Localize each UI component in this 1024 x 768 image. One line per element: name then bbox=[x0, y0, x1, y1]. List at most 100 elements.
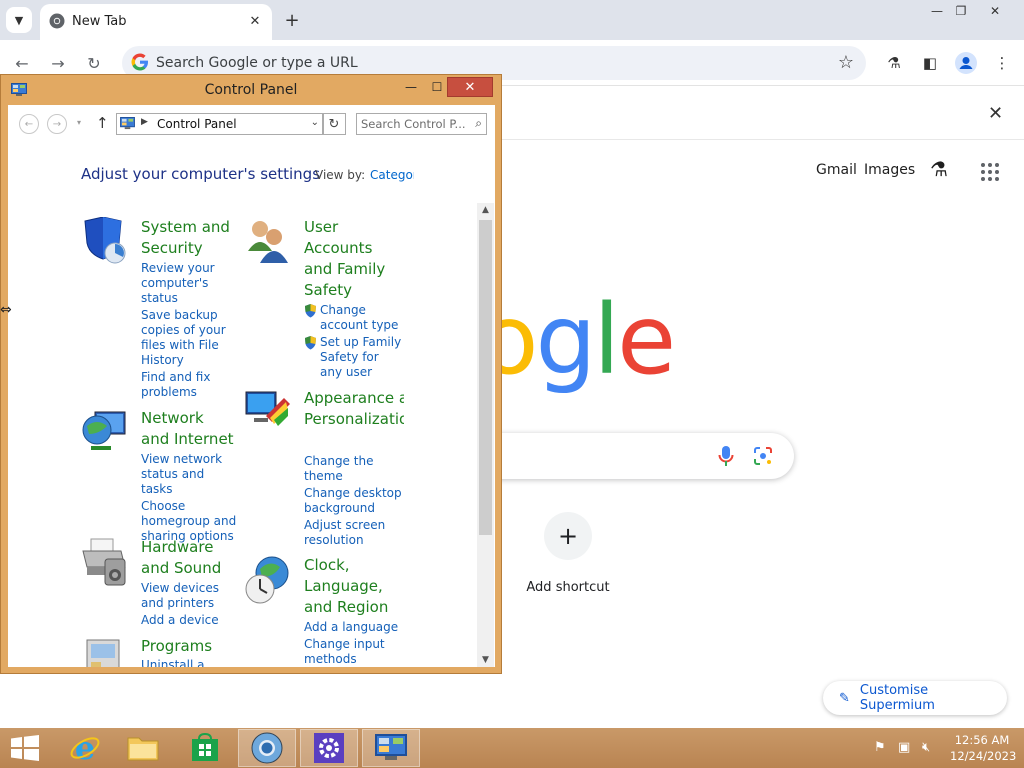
view-by-label: View by: bbox=[315, 168, 366, 182]
task-link[interactable]: Review your computer's status bbox=[141, 261, 239, 306]
menu-kebab-icon[interactable]: ⋮ bbox=[989, 50, 1015, 76]
back-icon[interactable]: ← bbox=[9, 50, 35, 76]
tab-strip: ▼ New Tab ✕ + — ❐ ✕ bbox=[0, 0, 1024, 40]
category-title[interactable]: User Accounts and Family Safety bbox=[304, 217, 399, 301]
task-link[interactable]: Find and fix problems bbox=[141, 370, 239, 400]
cp-title-bar[interactable]: Control Panel — ☐ ✕ bbox=[1, 75, 501, 105]
scroll-up-icon[interactable]: ▲ bbox=[477, 205, 494, 215]
category-title[interactable]: Hardware and Sound bbox=[141, 537, 236, 579]
appearance-icon bbox=[245, 391, 290, 426]
volume-muted-icon[interactable]: 🔇︎ bbox=[922, 740, 930, 755]
task-link[interactable]: View network status and tasks bbox=[141, 452, 239, 497]
reload-icon[interactable]: ↻ bbox=[81, 50, 107, 76]
tab-title: New Tab bbox=[72, 14, 127, 29]
search-icon[interactable]: ⌕ bbox=[475, 116, 482, 131]
taskbar-control-panel[interactable] bbox=[362, 729, 420, 767]
store-icon bbox=[192, 733, 218, 761]
breadcrumb-chevron-icon: ▶ bbox=[141, 117, 148, 127]
network-icon[interactable]: ▣ bbox=[898, 740, 910, 755]
uac-shield-icon bbox=[305, 304, 316, 318]
uac-shield-icon bbox=[305, 336, 316, 350]
taskbar-file-explorer[interactable] bbox=[114, 729, 172, 767]
task-link[interactable]: Add a device bbox=[141, 613, 239, 628]
customise-label: Customise Supermium bbox=[859, 683, 935, 713]
clock-time: 12:56 AM bbox=[954, 733, 1010, 747]
cp-minimize-button[interactable]: — bbox=[399, 77, 423, 97]
banner-close-icon[interactable]: ✕ bbox=[988, 103, 1003, 124]
cp-maximize-button[interactable]: ☐ bbox=[425, 77, 449, 97]
gear-icon bbox=[314, 733, 344, 763]
category-title[interactable]: Network and Internet bbox=[141, 408, 236, 450]
task-link[interactable]: Save backup copies of your files with Fi… bbox=[141, 308, 239, 368]
taskbar-internet-explorer[interactable]: e bbox=[56, 729, 114, 767]
tab-close-icon[interactable]: ✕ bbox=[244, 10, 266, 32]
cp-close-button[interactable]: ✕ bbox=[447, 77, 493, 97]
taskbar-settings[interactable] bbox=[300, 729, 358, 767]
cp-address-bar[interactable]: ▶ Control Panel ⌄ bbox=[116, 113, 324, 135]
new-tab-button[interactable]: + bbox=[280, 8, 304, 32]
tab-search-button[interactable]: ▼ bbox=[6, 7, 32, 33]
task-link[interactable]: Uninstall a program bbox=[141, 658, 239, 667]
up-arrow-icon[interactable]: ↑ bbox=[96, 114, 109, 132]
windows-logo-icon bbox=[11, 735, 39, 761]
bookmark-star-icon[interactable]: ☆ bbox=[838, 52, 854, 73]
cp-body: ← → ▾ ↑ ▶ Control Panel ⌄ ↻ ⌕ Adjust you… bbox=[8, 105, 495, 667]
task-link[interactable]: Change the theme bbox=[304, 454, 402, 484]
profile-avatar-icon[interactable] bbox=[953, 50, 979, 76]
chevron-down-icon[interactable]: ⌄ bbox=[311, 117, 319, 128]
customise-button[interactable]: ✎ Customise Supermium bbox=[823, 681, 1007, 715]
breadcrumb[interactable]: Control Panel bbox=[157, 117, 237, 131]
cp-back-icon[interactable]: ← bbox=[19, 114, 39, 134]
taskbar: e ⚑ ▣ 🔇︎ 12:56 AM 12/24/2023 bbox=[0, 728, 1024, 768]
add-shortcut-tile[interactable]: + Add shortcut bbox=[520, 512, 616, 595]
taskbar-clock[interactable]: 12:56 AM 12/24/2023 bbox=[950, 732, 1016, 764]
address-input[interactable] bbox=[156, 52, 796, 74]
category-title[interactable]: Programs bbox=[141, 636, 236, 657]
pencil-icon: ✎ bbox=[839, 690, 850, 706]
start-button[interactable] bbox=[0, 729, 50, 767]
clock-globe-icon bbox=[245, 556, 289, 604]
apps-grid-icon[interactable] bbox=[980, 162, 1000, 182]
action-center-flag-icon[interactable]: ⚑ bbox=[874, 740, 886, 755]
voice-search-icon[interactable] bbox=[718, 445, 734, 467]
programs-icon bbox=[86, 639, 120, 667]
lens-search-icon[interactable] bbox=[754, 447, 772, 465]
task-link[interactable]: Change input methods bbox=[304, 637, 402, 667]
shield-icon bbox=[84, 217, 126, 264]
forward-icon[interactable]: → bbox=[45, 50, 71, 76]
taskbar-store[interactable] bbox=[176, 729, 234, 767]
side-panel-icon[interactable]: ◧ bbox=[917, 50, 943, 76]
cp-search-box[interactable]: ⌕ bbox=[356, 113, 487, 135]
labs-flask-icon[interactable]: ⚗ bbox=[930, 157, 948, 181]
recent-locations-icon[interactable]: ▾ bbox=[77, 118, 81, 127]
cp-search-input[interactable] bbox=[361, 117, 465, 131]
control-panel-icon bbox=[120, 117, 135, 130]
cp-scrollbar[interactable]: ▲ ▼ bbox=[477, 203, 494, 667]
scroll-thumb[interactable] bbox=[479, 220, 492, 535]
category-title[interactable]: System and Security bbox=[141, 217, 236, 259]
folder-icon bbox=[127, 737, 159, 761]
category-title[interactable]: Clock, Language, and Region bbox=[304, 555, 399, 618]
images-link[interactable]: Images bbox=[864, 162, 915, 178]
task-link[interactable]: Set up Family Safety for any user bbox=[304, 335, 402, 380]
refresh-icon[interactable]: ↻ bbox=[322, 113, 346, 135]
task-link[interactable]: Change desktop background bbox=[304, 486, 402, 516]
tab-new-tab[interactable]: New Tab ✕ bbox=[40, 4, 272, 40]
close-window-button[interactable]: ✕ bbox=[978, 0, 1012, 22]
task-link[interactable]: Change account type bbox=[304, 303, 402, 333]
restore-button[interactable]: ❐ bbox=[944, 0, 978, 22]
task-link[interactable]: Add a language bbox=[304, 620, 402, 635]
add-shortcut-label: Add shortcut bbox=[526, 580, 610, 595]
task-link[interactable]: View devices and printers bbox=[141, 581, 239, 611]
taskbar-supermium[interactable] bbox=[238, 729, 296, 767]
google-g-icon bbox=[131, 53, 148, 71]
resize-cursor-icon: ⇔ bbox=[0, 302, 12, 318]
task-link[interactable]: Adjust screen resolution bbox=[304, 518, 402, 548]
view-by-dropdown[interactable]: Category bbox=[370, 168, 414, 182]
scroll-down-icon[interactable]: ▼ bbox=[477, 655, 494, 665]
labs-icon[interactable]: ⚗ bbox=[881, 50, 907, 76]
cp-forward-icon[interactable]: → bbox=[47, 114, 67, 134]
gmail-link[interactable]: Gmail bbox=[816, 162, 857, 178]
printer-icon bbox=[82, 538, 126, 586]
category-title[interactable]: Appearance and Personalization bbox=[304, 388, 404, 430]
